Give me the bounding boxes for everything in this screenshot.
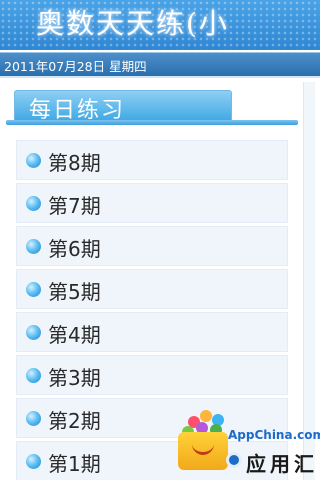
list-item-label: 第3期: [48, 366, 101, 390]
watermark-site: AppChina.com: [228, 428, 320, 442]
app-title: 奥数天天练(小: [36, 7, 229, 40]
bullet-icon: [26, 454, 41, 469]
bullet-icon: [26, 196, 41, 211]
list-item-issue-8[interactable]: 第8期: [16, 140, 288, 180]
bullet-icon: [26, 282, 41, 297]
watermark-ball-icon: [200, 410, 212, 422]
date-bar: 2011年07月28日 星期四: [0, 52, 320, 76]
app-header: 奥数天天练(小: [0, 0, 320, 50]
tab-daily-practice[interactable]: 每日练习: [14, 90, 232, 123]
list-item-issue-4[interactable]: 第4期: [16, 312, 288, 352]
watermark-brand: 应用汇: [246, 452, 318, 476]
list-item-label: 第7期: [48, 194, 101, 218]
list-item-label: 第2期: [48, 409, 101, 433]
watermark-logo-icon: [226, 452, 242, 468]
divider: [0, 76, 320, 78]
list-item-issue-3[interactable]: 第3期: [16, 355, 288, 395]
bullet-icon: [26, 411, 41, 426]
smile-icon: [192, 443, 214, 455]
tab-underline: [6, 120, 298, 125]
list-item-label: 第5期: [48, 280, 101, 304]
current-date: 2011年07月28日 星期四: [4, 59, 147, 74]
bullet-icon: [26, 368, 41, 383]
list-item-issue-6[interactable]: 第6期: [16, 226, 288, 266]
list-item-issue-5[interactable]: 第5期: [16, 269, 288, 309]
appchina-watermark: AppChina.com 应用汇: [174, 408, 320, 480]
list-item-label: 第6期: [48, 237, 101, 261]
bullet-icon: [26, 153, 41, 168]
bullet-icon: [26, 325, 41, 340]
list-item-label: 第4期: [48, 323, 101, 347]
list-item-issue-7[interactable]: 第7期: [16, 183, 288, 223]
shopping-bag-icon: [178, 432, 228, 470]
list-item-label: 第1期: [48, 452, 101, 476]
list-item-label: 第8期: [48, 151, 101, 175]
bullet-icon: [26, 239, 41, 254]
